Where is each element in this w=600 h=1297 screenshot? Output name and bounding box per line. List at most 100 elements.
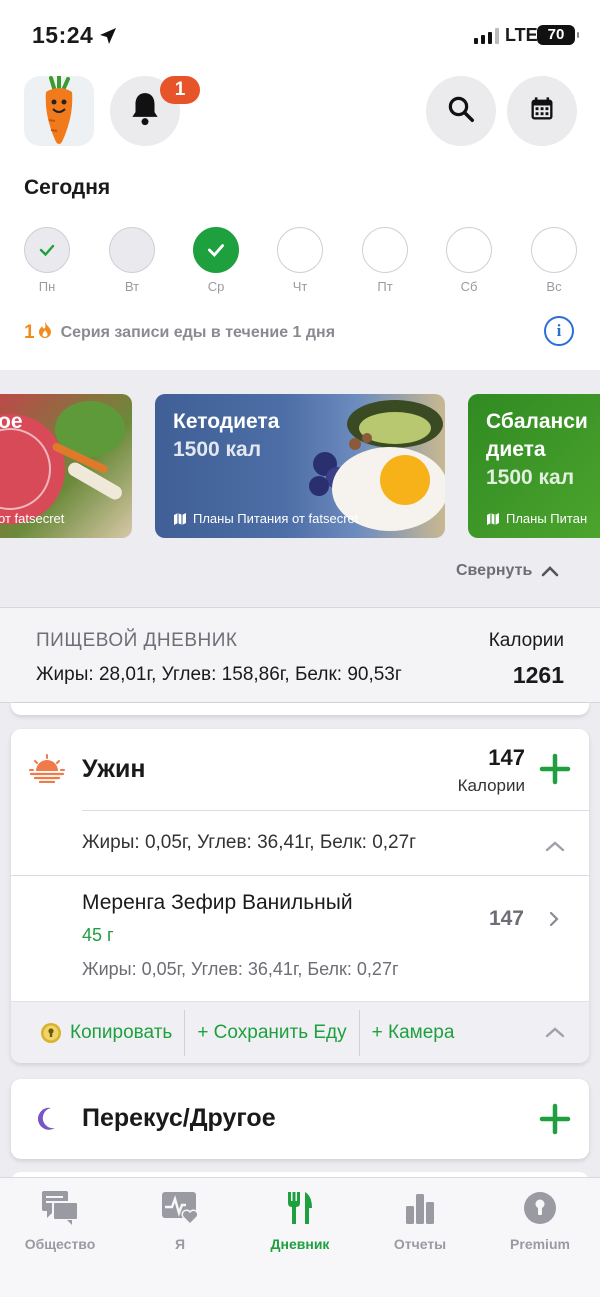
header: 1 Сегодня Пн Вт Ср Чт Пт Сб Вс 1 Серия з… [0, 70, 600, 370]
meal-macros: Жиры: 0,05г, Углев: 36,41г, Белк: 0,27г [82, 832, 417, 853]
day-label: Пн [38, 279, 56, 294]
day-mon[interactable]: Пн [23, 227, 71, 294]
day-label: Пт [377, 279, 393, 294]
day-circle [446, 227, 492, 273]
bar-chart-icon [360, 1188, 480, 1228]
day-label: Сб [460, 279, 478, 294]
chevron-up-icon [541, 566, 559, 577]
search-button[interactable] [426, 76, 496, 146]
streak-text: Серия записи еды в течение 1 дня [60, 323, 336, 341]
day-circle [193, 227, 239, 273]
divider [82, 810, 589, 811]
divider [11, 875, 589, 876]
plan-card-1[interactable]: ое от fatsecret [0, 394, 132, 538]
tab-label: Дневник [270, 1236, 330, 1252]
previous-meal-card-edge [11, 703, 589, 715]
day-tue[interactable]: Вт [108, 227, 156, 294]
check-icon [207, 244, 225, 258]
food-quantity: 45 г [82, 925, 114, 945]
collapse-button[interactable]: Свернуть [456, 562, 560, 580]
bell-icon [126, 90, 164, 133]
fork-knife-icon [240, 1188, 360, 1228]
tab-community[interactable]: Общество [0, 1188, 120, 1252]
actions-collapse-toggle[interactable] [545, 1025, 565, 1043]
plan-card-keto[interactable]: Кетодиета 1500 кал Планы Питания от fatse… [155, 394, 445, 538]
day-label: Ср [207, 279, 225, 294]
calendar-icon [528, 95, 556, 128]
tab-label: Я [174, 1236, 186, 1252]
save-food-label: + Сохранить Еду [197, 1021, 347, 1043]
food-name: Меренга Зефир Ванильный [82, 891, 353, 914]
day-label: Вс [546, 279, 562, 294]
diary-heading: ПИЩЕВОЙ ДНЕВНИК [36, 630, 238, 651]
plan-card-balanced[interactable]: Сбаланси диета 1500 кал Планы Питан [468, 394, 600, 538]
streak-row: 1 Серия записи еды в течение 1 дня [24, 321, 335, 344]
day-label: Чт [292, 279, 308, 294]
info-icon[interactable]: i [544, 316, 574, 346]
premium-lock-icon [41, 1022, 61, 1043]
status-time: 15:24 [32, 22, 94, 48]
copy-button[interactable]: Копировать [11, 1010, 184, 1056]
notification-badge: 1 [160, 76, 200, 104]
tab-label: Premium [510, 1236, 570, 1252]
food-diary-summary: ПИЩЕВОЙ ДНЕВНИК Жиры: 28,01г, Углев: 158… [0, 607, 600, 703]
collapse-label: Свернуть [456, 562, 533, 579]
food-macros: Жиры: 0,05г, Углев: 36,41г, Белк: 0,27г [82, 959, 399, 979]
day-circle [109, 227, 155, 273]
tab-reports[interactable]: Отчеты [360, 1188, 480, 1252]
tab-bar: Общество Я Дневник Отчеты Premium [0, 1177, 600, 1297]
add-food-button[interactable] [539, 1103, 571, 1140]
today-title: Сегодня [24, 176, 111, 199]
day-circle [277, 227, 323, 273]
day-label: Вт [124, 279, 140, 294]
network-type: LTE [505, 25, 538, 45]
map-icon [487, 512, 499, 525]
chevron-right-icon [549, 911, 559, 932]
chat-icon [0, 1188, 120, 1228]
calories-total: 1261 [512, 662, 564, 688]
day-wed[interactable]: Ср [192, 227, 240, 294]
camera-label: + Камера [371, 1021, 455, 1043]
meal-title: Ужин [82, 755, 146, 783]
meal-card-dinner: Ужин 147 Калории Жиры: 0,05г, Углев: 36,… [11, 729, 589, 1063]
meal-actions-bar: Копировать + Сохранить Еду + Камера [11, 1001, 589, 1063]
moon-icon [35, 1106, 57, 1137]
battery-icon: 70 [537, 25, 579, 45]
copy-label: Копировать [70, 1021, 173, 1043]
calories-label: Калории [488, 630, 564, 651]
meal-calories-label: Калории [457, 776, 525, 795]
day-fri[interactable]: Пт [361, 227, 409, 294]
cellular-signal-icon [474, 28, 499, 44]
sunset-icon [29, 753, 65, 788]
day-thu[interactable]: Чт [276, 227, 324, 294]
day-circle [531, 227, 577, 273]
chevron-up-icon [545, 841, 565, 852]
meal-collapse-toggle[interactable] [545, 839, 565, 857]
meal-card-snack: Перекус/Другое [11, 1079, 589, 1159]
food-calories: 147 [488, 907, 524, 930]
status-bar: 15:24 LTE 70 [0, 0, 600, 70]
map-icon [174, 512, 186, 525]
location-arrow-icon [98, 26, 118, 51]
tab-me[interactable]: Я [120, 1188, 240, 1252]
add-food-button[interactable] [539, 753, 571, 790]
tab-label: Общество [24, 1236, 96, 1252]
save-food-button[interactable]: + Сохранить Еду [185, 1010, 358, 1056]
tab-premium[interactable]: Premium [480, 1188, 600, 1252]
tab-diary[interactable]: Дневник [240, 1188, 360, 1252]
plus-icon [539, 1103, 571, 1135]
calendar-button[interactable] [507, 76, 577, 146]
carrot-logo-icon[interactable] [24, 76, 94, 146]
day-sat[interactable]: Сб [445, 227, 493, 294]
lock-icon [480, 1188, 600, 1228]
day-sun[interactable]: Вс [530, 227, 578, 294]
meal-plans-carousel[interactable]: ое от fatsecret Кетодиета 1500 кал Планы … [0, 394, 600, 540]
plan-title: Кетодиета 1500 кал [173, 410, 280, 461]
plan-title: Сбаланси диета 1500 кал [486, 410, 588, 489]
plus-icon [539, 753, 571, 785]
plan-title: ое [0, 410, 23, 433]
streak-count: 1 [24, 321, 35, 343]
tab-label: Отчеты [393, 1236, 447, 1252]
meal-calories: 147 [488, 745, 525, 770]
camera-button[interactable]: + Камера [360, 1010, 467, 1056]
